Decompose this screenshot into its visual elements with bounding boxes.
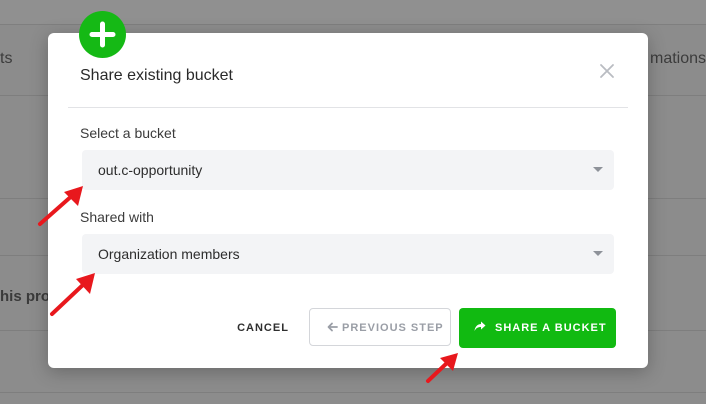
modal-title: Share existing bucket — [80, 67, 233, 84]
bucket-select[interactable]: out.c-opportunity — [82, 150, 614, 190]
share-bucket-label: SHARE A BUCKET — [495, 322, 607, 334]
annotation-arrow-icon — [426, 353, 458, 383]
share-bucket-button[interactable]: SHARE A BUCKET — [459, 308, 616, 348]
cancel-button[interactable]: CANCEL — [230, 316, 296, 340]
share-bucket-modal: Share existing bucket Select a bucket ou… — [48, 33, 648, 368]
background-tab-left: ts — [0, 50, 13, 67]
select-bucket-label: Select a bucket — [80, 125, 176, 141]
annotation-arrow-icon — [50, 273, 95, 316]
background-tab-right: mations — [650, 50, 706, 67]
shared-with-label: Shared with — [80, 209, 154, 225]
background-row-divider — [0, 392, 706, 393]
chevron-down-icon — [593, 167, 603, 172]
bucket-select-value: out.c-opportunity — [98, 162, 203, 178]
chevron-down-icon — [593, 251, 603, 256]
shared-with-select[interactable]: Organization members — [82, 234, 614, 274]
close-icon[interactable] — [598, 62, 616, 80]
share-icon — [474, 321, 486, 331]
background-section-title: his proj — [0, 288, 55, 305]
modal-header-divider — [68, 107, 628, 108]
shared-with-select-value: Organization members — [98, 246, 240, 262]
previous-step-label: PREVIOUS STEP — [342, 322, 444, 334]
plus-icon — [79, 11, 126, 58]
annotation-arrow-icon — [38, 186, 83, 226]
arrow-left-icon — [327, 322, 338, 332]
previous-step-button[interactable]: PREVIOUS STEP — [309, 308, 451, 346]
